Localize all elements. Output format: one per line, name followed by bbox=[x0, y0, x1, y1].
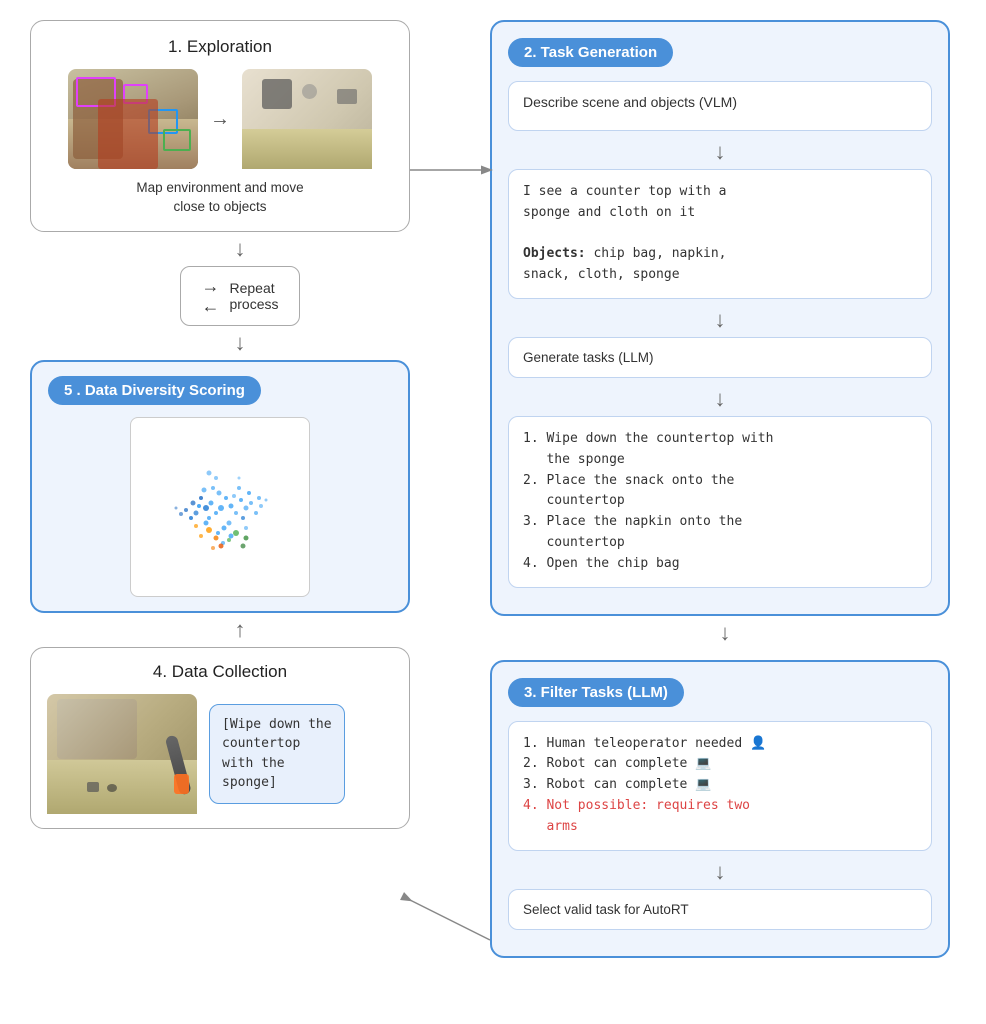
bbox-green bbox=[163, 129, 191, 151]
collection-content: [Wipe down thecountertopwith thesponge] bbox=[47, 694, 393, 814]
section-task-generation: 2. Task Generation Describe scene and ob… bbox=[490, 20, 950, 616]
generate-tasks-box: Generate tasks (LLM) bbox=[508, 337, 932, 378]
arrow-describe-to-vlm: ↓ bbox=[508, 141, 932, 163]
repeat-process-box: → ← Repeatprocess bbox=[180, 266, 299, 326]
scatter-plot bbox=[130, 417, 310, 597]
scatter-svg bbox=[131, 418, 310, 597]
diversity-title: 5 . Data Diversity Scoring bbox=[48, 376, 261, 405]
describe-scene-box: Describe scene and objects (VLM) bbox=[508, 81, 932, 131]
task-list-box: 1. Wipe down the countertop with the spo… bbox=[508, 416, 932, 588]
repeat-icon: → ← bbox=[201, 277, 219, 315]
section-diversity: 5 . Data Diversity Scoring bbox=[30, 360, 410, 613]
select-valid-task-box: Select valid task for AutoRT bbox=[508, 889, 932, 930]
arrow-exploration-to-repeat: ↓ bbox=[30, 238, 450, 260]
exploration-title: 1. Exploration bbox=[49, 37, 391, 57]
filtered-tasks-box: 1. Human teleoperator needed 👤 2. Robot … bbox=[508, 721, 932, 851]
section-collection: 4. Data Collection [Wipe dow bbox=[30, 647, 410, 829]
filter-tasks-title: 3. Filter Tasks (LLM) bbox=[508, 678, 684, 707]
robot-task-image bbox=[47, 694, 197, 814]
exploration-images: → bbox=[49, 69, 391, 169]
robot-scene-image-1 bbox=[68, 69, 198, 169]
section-exploration: 1. Exploration → bbox=[30, 20, 410, 232]
arrow-filter-to-select: ↓ bbox=[508, 861, 932, 883]
vlm-output-box: I see a counter top with asponge and clo… bbox=[508, 169, 932, 299]
exploration-description: Map environment and moveclose to objects bbox=[49, 179, 391, 217]
invalid-task: 4. Not possible: requires two arms bbox=[523, 798, 750, 834]
repeat-process-container: → ← Repeatprocess bbox=[30, 266, 450, 326]
arrow-between-images: → bbox=[210, 108, 230, 131]
arrow-vlm-to-generate: ↓ bbox=[508, 309, 932, 331]
arrow-taskgen-to-filter: ↓ bbox=[490, 622, 960, 644]
arrow-repeat-to-diversity: ↓ bbox=[30, 332, 450, 354]
robot-scene-image-2 bbox=[242, 69, 372, 169]
collection-title: 4. Data Collection bbox=[47, 662, 393, 682]
task-generation-title: 2. Task Generation bbox=[508, 38, 673, 67]
repeat-label: Repeatprocess bbox=[229, 280, 278, 312]
generate-tasks-label: Generate tasks (LLM) bbox=[523, 350, 917, 365]
task-label-box: [Wipe down thecountertopwith thesponge] bbox=[209, 704, 345, 804]
select-valid-task-label: Select valid task for AutoRT bbox=[523, 902, 917, 917]
arrow-collection-to-diversity: ↑ bbox=[30, 619, 450, 641]
arrow-generate-to-tasks: ↓ bbox=[508, 388, 932, 410]
describe-scene-label: Describe scene and objects (VLM) bbox=[523, 94, 917, 110]
section-filter-tasks: 3. Filter Tasks (LLM) 1. Human teleopera… bbox=[490, 660, 950, 958]
